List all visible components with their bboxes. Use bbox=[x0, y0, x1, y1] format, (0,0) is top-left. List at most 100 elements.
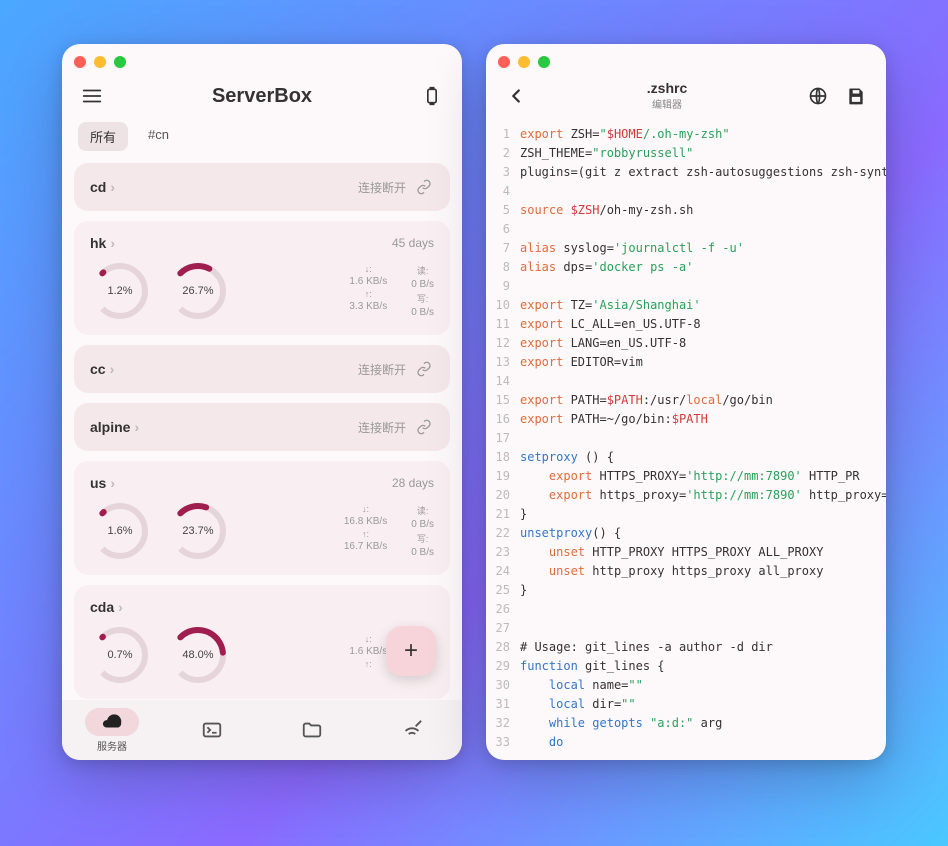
line-number: 30 bbox=[486, 676, 520, 695]
line-number: 7 bbox=[486, 239, 520, 258]
traffic-lights bbox=[486, 44, 886, 74]
back-icon[interactable] bbox=[502, 82, 530, 110]
code-line: 10export TZ='Asia/Shanghai' bbox=[486, 296, 886, 315]
line-number: 25 bbox=[486, 581, 520, 600]
line-number: 3 bbox=[486, 163, 520, 182]
server-stats: ↓:16.8 KB/s ↑:16.7 KB/s 读:0 B/s 写:0 B/s bbox=[344, 504, 434, 558]
save-icon[interactable] bbox=[842, 82, 870, 110]
app-header: ServerBox bbox=[62, 74, 462, 122]
code-line: 8alias dps='docker ps -a' bbox=[486, 258, 886, 277]
code-line: 23 unset HTTP_PROXY HTTPS_PROXY ALL_PROX… bbox=[486, 543, 886, 562]
code-line: 21} bbox=[486, 505, 886, 524]
filter-chips: 所有 #cn bbox=[62, 122, 462, 163]
line-number: 15 bbox=[486, 391, 520, 410]
filter-chip[interactable]: #cn bbox=[136, 122, 181, 151]
server-name: cc › bbox=[90, 361, 114, 377]
chevron-right-icon: › bbox=[110, 475, 115, 491]
code-line: 25} bbox=[486, 581, 886, 600]
editor-title: .zshrc bbox=[647, 80, 687, 96]
code-line: 7alias syslog='journalctl -f -u' bbox=[486, 239, 886, 258]
add-button[interactable]: + bbox=[386, 626, 436, 676]
server-card[interactable]: cd › 连接断开 bbox=[74, 163, 450, 211]
chevron-right-icon: › bbox=[118, 599, 123, 615]
code-line: 4 bbox=[486, 182, 886, 201]
server-card[interactable]: cc › 连接断开 bbox=[74, 345, 450, 393]
max-dot[interactable] bbox=[114, 56, 126, 68]
link-icon[interactable] bbox=[414, 177, 434, 197]
editor-title-wrap: .zshrc 编辑器 bbox=[540, 80, 794, 111]
line-number: 28 bbox=[486, 638, 520, 657]
code-line: 14 bbox=[486, 372, 886, 391]
line-number: 9 bbox=[486, 277, 520, 296]
bottom-nav: 服务器 bbox=[62, 700, 462, 760]
editor-header: .zshrc 编辑器 bbox=[486, 74, 886, 121]
nav-item-cloud[interactable]: 服务器 bbox=[85, 708, 139, 753]
nav-item-wifi[interactable] bbox=[385, 716, 439, 744]
code-line: 29function git_lines { bbox=[486, 657, 886, 676]
device-icon[interactable] bbox=[418, 82, 446, 110]
close-dot[interactable] bbox=[498, 56, 510, 68]
min-dot[interactable] bbox=[94, 56, 106, 68]
line-number: 31 bbox=[486, 695, 520, 714]
uptime-label: 28 days bbox=[392, 476, 434, 490]
link-icon[interactable] bbox=[414, 359, 434, 379]
line-number: 22 bbox=[486, 524, 520, 543]
editor-subtitle: 编辑器 bbox=[652, 96, 682, 111]
min-dot[interactable] bbox=[518, 56, 530, 68]
filter-chip[interactable]: 所有 bbox=[78, 122, 128, 151]
line-number: 10 bbox=[486, 296, 520, 315]
chevron-right-icon: › bbox=[110, 179, 115, 195]
code-line: 2ZSH_THEME="robbyrussell" bbox=[486, 144, 886, 163]
server-name: alpine › bbox=[90, 419, 139, 435]
server-card[interactable]: us › 28 days 1.6% 23.7% ↓:16.8 KB/s ↑:16… bbox=[74, 461, 450, 575]
max-dot[interactable] bbox=[538, 56, 550, 68]
line-number: 23 bbox=[486, 543, 520, 562]
close-dot[interactable] bbox=[74, 56, 86, 68]
line-number: 2 bbox=[486, 144, 520, 163]
link-icon[interactable] bbox=[414, 417, 434, 437]
server-name: cda › bbox=[90, 599, 123, 615]
line-number: 13 bbox=[486, 353, 520, 372]
server-name: cd › bbox=[90, 179, 115, 195]
line-number: 14 bbox=[486, 372, 520, 391]
mem-gauge: 48.0% bbox=[168, 625, 228, 685]
line-number: 4 bbox=[486, 182, 520, 201]
code-editor[interactable]: 1export ZSH="$HOME/.oh-my-zsh"2ZSH_THEME… bbox=[486, 121, 886, 756]
line-number: 5 bbox=[486, 201, 520, 220]
server-list: cd › 连接断开 hk › 45 days 1.2% 26.7% ↓:1.6 … bbox=[62, 163, 462, 703]
globe-icon[interactable] bbox=[804, 82, 832, 110]
code-line: 11export LC_ALL=en_US.UTF-8 bbox=[486, 315, 886, 334]
code-line: 32 while getopts "a:d:" arg bbox=[486, 714, 886, 733]
chevron-right-icon: › bbox=[110, 235, 115, 251]
code-line: 28# Usage: git_lines -a author -d dir bbox=[486, 638, 886, 657]
line-number: 33 bbox=[486, 733, 520, 752]
menu-icon[interactable] bbox=[78, 82, 106, 110]
line-number: 24 bbox=[486, 562, 520, 581]
code-line: 18setproxy () { bbox=[486, 448, 886, 467]
line-number: 19 bbox=[486, 467, 520, 486]
nav-item-terminal[interactable] bbox=[185, 716, 239, 744]
line-number: 18 bbox=[486, 448, 520, 467]
code-line: 33 do bbox=[486, 733, 886, 752]
folder-icon bbox=[285, 716, 339, 744]
uptime-label: 45 days bbox=[392, 236, 434, 250]
code-line: 15export PATH=$PATH:/usr/local/go/bin bbox=[486, 391, 886, 410]
nav-item-folder[interactable] bbox=[285, 716, 339, 744]
code-line: 1export ZSH="$HOME/.oh-my-zsh" bbox=[486, 125, 886, 144]
traffic-lights bbox=[62, 44, 462, 74]
mem-gauge: 23.7% bbox=[168, 501, 228, 561]
code-line: 30 local name="" bbox=[486, 676, 886, 695]
line-number: 11 bbox=[486, 315, 520, 334]
cpu-gauge: 1.6% bbox=[90, 501, 150, 561]
server-name: us › bbox=[90, 475, 115, 491]
server-card[interactable]: alpine › 连接断开 bbox=[74, 403, 450, 451]
line-number: 27 bbox=[486, 619, 520, 638]
code-line: 5source $ZSH/oh-my-zsh.sh bbox=[486, 201, 886, 220]
line-number: 12 bbox=[486, 334, 520, 353]
line-number: 26 bbox=[486, 600, 520, 619]
nav-label: 服务器 bbox=[97, 738, 127, 753]
code-line: 24 unset http_proxy https_proxy all_prox… bbox=[486, 562, 886, 581]
server-card[interactable]: hk › 45 days 1.2% 26.7% ↓:1.6 KB/s ↑:3.3… bbox=[74, 221, 450, 335]
disconnect-label: 连接断开 bbox=[358, 419, 406, 436]
cpu-gauge: 1.2% bbox=[90, 261, 150, 321]
